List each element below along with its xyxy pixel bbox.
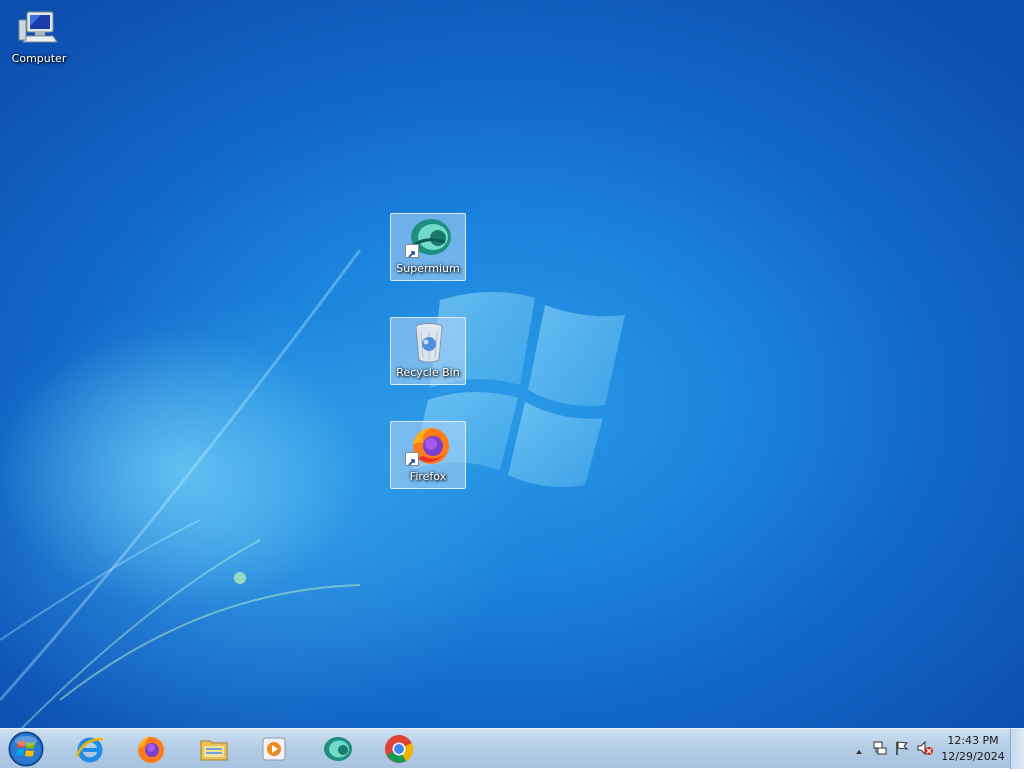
desktop-icon-label: Computer: [11, 52, 67, 65]
supermium-icon: [324, 737, 352, 761]
clock-date: 12/29/2024: [941, 750, 1005, 763]
desktop-icon-computer[interactable]: Computer: [1, 4, 77, 72]
shortcut-arrow-icon: [405, 244, 419, 258]
system-tray: 12:43 PM 12/29/2024: [834, 729, 1024, 769]
chrome-icon: [385, 735, 414, 763]
taskbar-app-firefox[interactable]: [127, 731, 175, 767]
firefox-icon: [138, 736, 164, 763]
network-icon: [873, 741, 887, 755]
taskbar: 12:43 PM 12/29/2024: [0, 728, 1024, 769]
taskbar-app-supermium[interactable]: [313, 731, 361, 767]
show-hidden-icons-arrow: [856, 750, 862, 754]
taskbar-app-chrome[interactable]: [375, 731, 423, 767]
volume-muted-icon: [917, 740, 933, 756]
taskbar-app-media-player[interactable]: [250, 731, 298, 767]
network-tray-button[interactable]: [872, 740, 888, 760]
desktop-icon-recycle-bin[interactable]: Recycle Bin: [390, 317, 466, 385]
desktop-icon-label: Recycle Bin: [396, 366, 460, 379]
show-hidden-icons-button[interactable]: [854, 742, 864, 761]
desktop-icon-label: Supermium: [396, 262, 460, 275]
desktop[interactable]: Computer Supermium Recycle Bin Firefox: [0, 0, 1024, 728]
desktop-icon-label: Firefox: [409, 470, 447, 483]
wallpaper: [0, 249, 625, 728]
internet-explorer-icon: [75, 737, 104, 763]
windows-start-orb-icon: [8, 731, 44, 767]
shortcut-arrow-icon: [405, 452, 419, 466]
desktop-icon-firefox[interactable]: Firefox: [390, 421, 466, 489]
desktop-icon-supermium[interactable]: Supermium: [390, 213, 466, 281]
computer-icon: [18, 11, 58, 43]
clock-time: 12:43 PM: [947, 734, 999, 747]
taskbar-app-internet-explorer[interactable]: [66, 731, 114, 767]
action-center-tray-button[interactable]: [894, 740, 910, 760]
start-button[interactable]: [6, 730, 46, 768]
show-desktop-button[interactable]: [1010, 729, 1024, 769]
action-center-flag-icon: [896, 741, 909, 755]
volume-tray-button[interactable]: [916, 740, 934, 760]
media-player-icon: [262, 737, 286, 761]
recycle-bin-icon: [415, 323, 443, 363]
file-explorer-icon: [200, 740, 228, 761]
taskbar-app-file-explorer[interactable]: [190, 731, 238, 767]
